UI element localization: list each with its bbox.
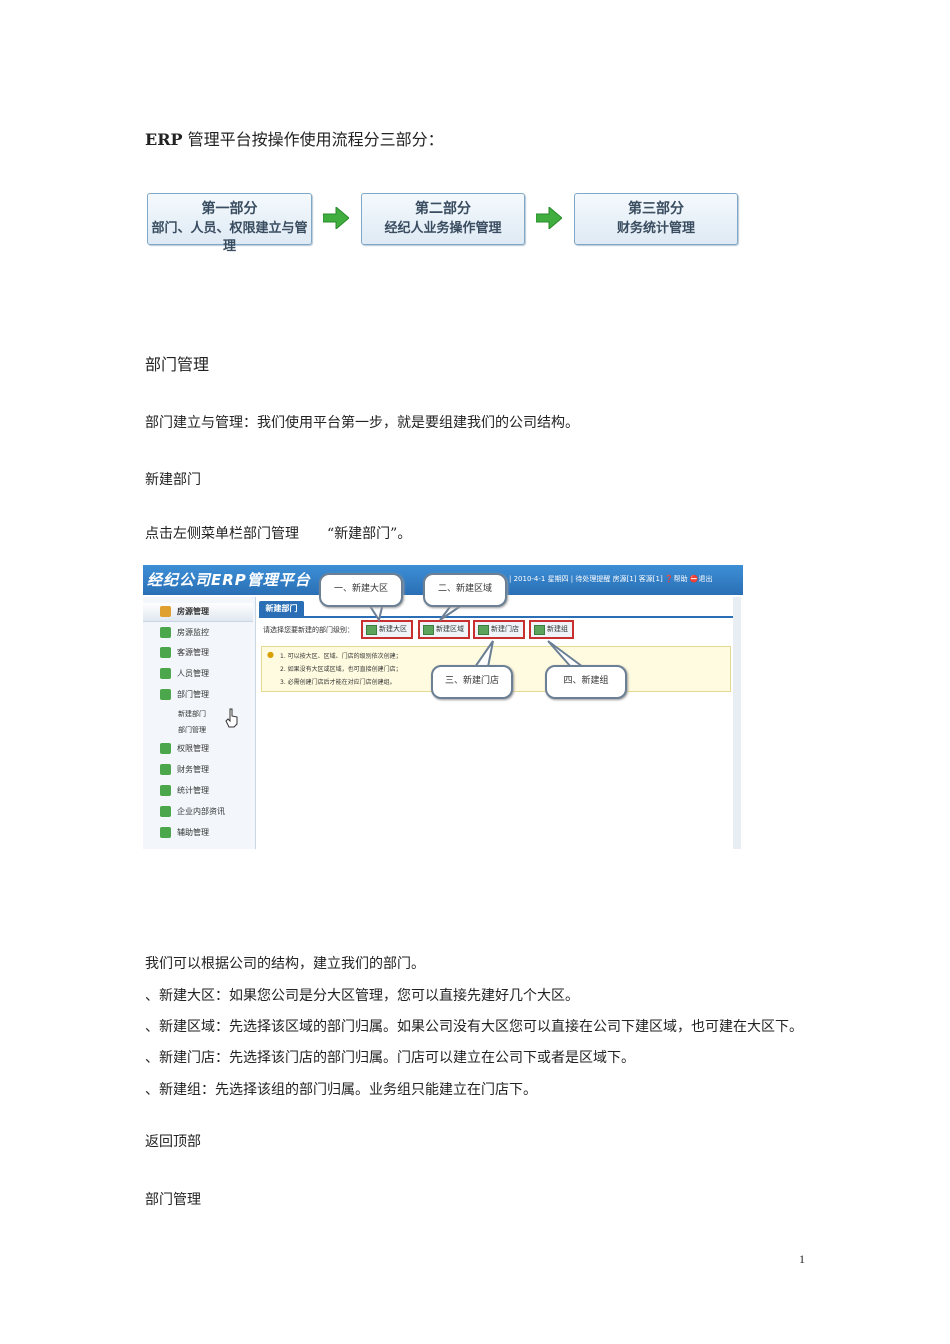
flow-part1-desc: 部门、人员、权限建立与管理 (151, 221, 308, 254)
paragraph: 我们可以根据公司的结构，建立我们的部门。 (145, 956, 425, 972)
paragraph: 点击左侧菜单栏部门管理 “新建部门”。 (145, 526, 412, 542)
callout-new-group: 四、新建组 (545, 665, 627, 699)
flow-part3-desc: 财务统计管理 (616, 221, 695, 236)
back-to-top-link[interactable]: 返回顶部 (145, 1133, 201, 1151)
list-item: 、新建大区：如果您公司是分大区管理，您可以直接先建好几个大区。 (145, 988, 579, 1004)
page-number: 1 (799, 1252, 805, 1266)
intro-bold: ERP (145, 130, 183, 149)
callout-pointers (367, 602, 584, 668)
intro-line: ERP 管理平台按操作使用流程分三部分： (145, 131, 444, 149)
callout-new-area: 二、新建区域 (423, 573, 507, 607)
flow-part1-title: 第一部分 (201, 201, 258, 217)
list-item: 、新建门店：先选择该门店的部门归属。门店可以建立在公司下或者是区域下。 (145, 1050, 635, 1066)
scrollbar[interactable] (733, 597, 741, 849)
callout-new-region: 一、新建大区 (319, 573, 403, 607)
flow-part2-desc: 经纪人业务操作管理 (384, 221, 502, 236)
flow-box-part3: 第三部分 财务统计管理 (574, 193, 738, 245)
section-title: 部门管理 (145, 355, 210, 374)
erp-screenshot: 经纪公司ERP管理平台 | 2010-4-1 星期四 | 待处理提醒 房源[1]… (143, 565, 743, 849)
callout-new-store: 三、新建门店 (431, 665, 513, 699)
flow-part3-title: 第三部分 (628, 201, 684, 217)
subsection-title: 新建部门 (145, 472, 201, 488)
flow-arrow-icon (536, 207, 562, 229)
section-title: 部门管理 (145, 1192, 201, 1208)
intro-text: 管理平台按操作使用流程分三部分： (182, 130, 444, 149)
flow-box-part1: 第一部分 部门、人员、权限建立与管理 (147, 193, 312, 254)
paragraph: 部门建立与管理：我们使用平台第一步，就是要组建我们的公司结构。 (145, 415, 579, 431)
list-item: 、新建区域：先选择该区域的部门归属。如果公司没有大区您可以直接在公司下建区域，也… (145, 1019, 803, 1035)
flow-part2-title: 第二部分 (415, 201, 471, 217)
flow-arrow-icon (323, 207, 349, 229)
list-item: 、新建组：先选择该组的部门归属。业务组只能建立在门店下。 (145, 1082, 537, 1098)
flow-box-part2: 第二部分 经纪人业务操作管理 (361, 193, 525, 245)
